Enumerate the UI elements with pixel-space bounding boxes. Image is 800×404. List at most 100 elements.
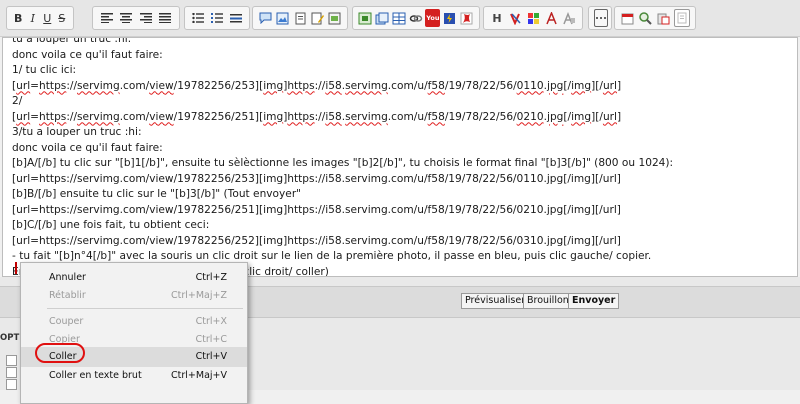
spellcheck-word: view [149, 110, 174, 123]
editor-line: tu a louper un truc :hi: [12, 38, 131, 45]
editor-line: [b]B/[/b] ensuite tu clic sur le "[b]3[/… [12, 188, 301, 200]
link-button[interactable] [409, 9, 424, 27]
menu-item-undo[interactable]: Annuler Ctrl+Z [21, 268, 247, 288]
send-button[interactable]: Envoyer [568, 293, 620, 309]
image-upload-button[interactable] [358, 9, 373, 27]
justify-button[interactable] [157, 9, 175, 27]
text-segment: - tu fait "[b]n°4[/b]" avec la souris un… [12, 250, 652, 262]
editor-line: 3/tu a louper un truc :hi: [12, 126, 142, 138]
font-size-button[interactable] [561, 9, 577, 27]
edit-note-button[interactable] [310, 9, 325, 27]
table-button[interactable] [392, 9, 407, 27]
editor-line: 1/ tu clic ici: [12, 64, 76, 76]
link-icon [409, 14, 423, 22]
horizontal-rule-button[interactable] [227, 9, 244, 27]
list-group [184, 6, 250, 30]
message-textarea[interactable]: tu a louper un truc :hi: donc voila ce q… [2, 37, 798, 277]
text-segment: .com/u/ [387, 110, 428, 123]
flag-button[interactable] [459, 9, 474, 27]
text-segment: /19782256/251][ [173, 110, 264, 123]
image-upload-icon [358, 12, 372, 24]
more-group [588, 6, 612, 30]
zoom-button[interactable] [638, 9, 654, 27]
italic-button[interactable]: I [27, 9, 40, 27]
bold-button[interactable]: B [12, 9, 25, 27]
preview-button[interactable]: Prévisualiser [461, 293, 530, 309]
alignment-group [92, 6, 180, 30]
note-button[interactable] [292, 9, 307, 27]
text-segment: donc voila ce qu'il faut faire: [12, 141, 163, 154]
quote-button[interactable] [258, 9, 273, 27]
text-segment: [url=https://servimg.com/view/19782256/2… [12, 172, 621, 185]
spellcheck-word: 0210 [516, 110, 544, 123]
editor-line: 2/ [12, 95, 22, 107]
text-segment: [b]B/[/b] ensuite tu clic sur le "[b]3[/… [12, 188, 302, 200]
gallery-button[interactable] [375, 9, 390, 27]
horizontal-rule-icon [229, 14, 242, 23]
align-center-button[interactable] [118, 9, 136, 27]
paste-highlight-circle [35, 343, 85, 363]
spellcheck-word: https [39, 110, 67, 123]
spellcheck-word: jpg [547, 110, 564, 123]
menu-item-redo[interactable]: Rétablir Ctrl+Maj+Z [21, 286, 247, 306]
option-checkbox[interactable] [6, 379, 17, 390]
text-segment: [url=https://servimg.com/view/19782256/2… [12, 203, 621, 216]
align-left-button[interactable] [98, 9, 116, 27]
spellcheck-word: https [287, 79, 315, 92]
calendar-button[interactable] [620, 9, 636, 27]
bullet-list-button[interactable] [190, 9, 207, 27]
tools-group [614, 6, 696, 30]
menu-item-cut[interactable]: Couper Ctrl+X [21, 312, 247, 332]
text-segment: :// [66, 79, 78, 92]
draft-button[interactable]: Brouillon [523, 293, 573, 309]
align-right-button[interactable] [137, 9, 155, 27]
menu-item-paste-plain[interactable]: Coller en texte brut Ctrl+Maj+V [21, 366, 247, 386]
spellcheck-word: url [602, 110, 617, 123]
youtube-button[interactable]: You [425, 9, 441, 27]
spellcheck-word: i58 [325, 110, 342, 123]
text-segment: ] [616, 79, 622, 92]
heading-button[interactable]: H [489, 9, 505, 27]
option-checkbox[interactable] [6, 355, 17, 366]
editor-toolbar: B I U S You H [0, 0, 800, 37]
insert-group [252, 6, 348, 30]
text-segment: .com/ [119, 110, 150, 123]
justify-icon [159, 13, 172, 23]
bullet-list-icon [192, 13, 205, 23]
editor-line: [url=https://servimg.com/view/19782256/2… [12, 235, 621, 247]
table-icon [392, 12, 406, 24]
spellcheck-word: jpg [547, 79, 564, 92]
paste-button[interactable] [656, 9, 672, 27]
text-segment: :// [314, 110, 326, 123]
menu-item-shortcut: Ctrl+Z [195, 272, 227, 283]
page-button[interactable] [673, 9, 690, 27]
editor-line: donc voila ce qu'il faut faire: [12, 142, 163, 154]
underline-button[interactable]: U [41, 9, 54, 27]
editor-line: [b]C/[/b] une fois fait, tu obtient ceci… [12, 219, 209, 231]
text-color-button[interactable] [507, 9, 523, 27]
image-button[interactable] [275, 9, 290, 27]
editor-line: [url=https://servimg.com/view/19782256/2… [12, 111, 621, 123]
text-segment: 3/tu a louper un truc :hi: [12, 126, 142, 138]
text-segment: = [30, 79, 40, 92]
document-button[interactable] [327, 9, 342, 27]
more-button[interactable] [594, 9, 608, 27]
text-segment: :// [314, 79, 326, 92]
text-segment: [/ [563, 110, 572, 123]
editor-line: [url=https://servimg.com/view/19782256/2… [12, 173, 621, 185]
editor-line: [url=https://servimg.com/view/19782256/2… [12, 80, 621, 92]
color-palette-button[interactable] [525, 9, 541, 27]
text-segment: :// [66, 110, 78, 123]
flash-button[interactable] [442, 9, 457, 27]
text-segment: .com/u/ [387, 79, 428, 92]
option-checkbox[interactable] [6, 367, 17, 378]
font-button[interactable] [543, 9, 559, 27]
spellcheck-word: servimg [345, 79, 388, 92]
text-segment: 1/ tu clic ici: [12, 64, 77, 76]
numbered-list-button[interactable] [209, 9, 226, 27]
text-segment: /19782256/253][ [173, 79, 264, 92]
editor-line: [url=https://servimg.com/view/19782256/2… [12, 204, 621, 216]
strikethrough-button[interactable]: S [56, 9, 69, 27]
editor-line: donc voila ce qu'il faut faire: [12, 49, 163, 61]
menu-item-shortcut: Ctrl+X [195, 316, 227, 327]
